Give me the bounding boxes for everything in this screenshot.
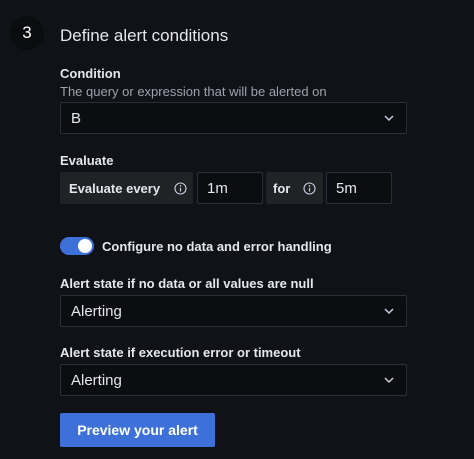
evaluate-label: Evaluate bbox=[60, 153, 114, 168]
step-number-badge: 3 bbox=[10, 16, 44, 50]
no-data-state-select[interactable]: Alerting bbox=[60, 295, 407, 327]
for-duration-input[interactable]: 5m bbox=[326, 172, 392, 204]
for-addon: for bbox=[266, 172, 323, 204]
preview-alert-button[interactable]: Preview your alert bbox=[60, 413, 215, 447]
chevron-down-icon bbox=[384, 113, 394, 123]
chevron-down-icon bbox=[384, 375, 394, 385]
for-duration-value: 5m bbox=[336, 179, 357, 197]
condition-select[interactable]: B bbox=[60, 102, 407, 134]
info-circle-icon[interactable] bbox=[303, 181, 316, 195]
condition-selected-value: B bbox=[71, 109, 82, 127]
section-title: Define alert conditions bbox=[60, 26, 229, 45]
condition-description: The query or expression that will be ale… bbox=[60, 84, 327, 99]
for-label: for bbox=[273, 180, 291, 196]
no-data-handling-label: Configure no data and error handling bbox=[102, 239, 332, 254]
evaluate-interval-value: 1m bbox=[207, 179, 228, 197]
error-state-value: Alerting bbox=[71, 371, 122, 389]
no-data-state-value: Alerting bbox=[71, 302, 122, 320]
condition-label: Condition bbox=[60, 66, 121, 81]
error-state-select[interactable]: Alerting bbox=[60, 364, 407, 396]
evaluate-every-label: Evaluate every bbox=[69, 180, 161, 196]
no-data-handling-toggle[interactable] bbox=[60, 237, 94, 255]
step-number: 3 bbox=[22, 23, 32, 42]
no-data-state-label: Alert state if no data or all values are… bbox=[60, 276, 314, 291]
chevron-down-icon bbox=[384, 306, 394, 316]
error-state-label: Alert state if execution error or timeou… bbox=[60, 345, 301, 360]
toggle-knob bbox=[78, 239, 92, 253]
info-circle-icon[interactable] bbox=[174, 181, 187, 195]
evaluate-every-addon: Evaluate every bbox=[60, 172, 193, 204]
evaluate-interval-input[interactable]: 1m bbox=[197, 172, 263, 204]
